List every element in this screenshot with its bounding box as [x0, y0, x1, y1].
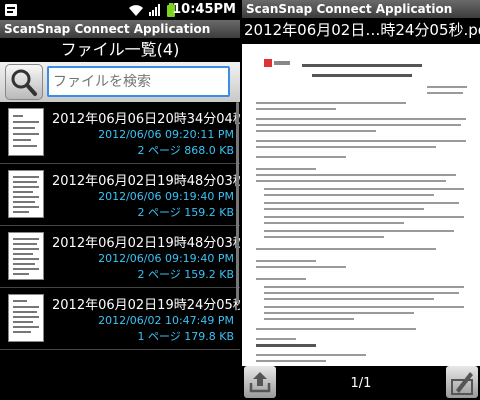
file-list-heading: ファイル一覧(4)	[0, 38, 240, 62]
edit-icon	[451, 372, 473, 395]
file-meta: 2 ページ 159.2 KB	[137, 268, 234, 281]
status-bar: 10:45PM	[0, 0, 240, 20]
viewer-toolbar: 1/1	[242, 366, 480, 400]
document-logo	[264, 59, 290, 67]
document-viewer-screen: ScanSnap Connect Application 2012年06月02日…	[242, 0, 480, 400]
file-date: 2012/06/06 09:20:11 PM	[98, 128, 234, 141]
file-thumbnail	[8, 108, 44, 156]
file-meta: 1 ページ 179.8 KB	[137, 330, 234, 343]
file-thumbnail	[8, 170, 44, 218]
wifi-icon	[129, 5, 143, 16]
file-date: 2012/06/02 10:47:49 PM	[98, 314, 234, 327]
app-title: ScanSnap Connect Application	[242, 0, 480, 18]
file-meta: 2 ページ 868.0 KB	[137, 144, 234, 157]
signal-icon	[149, 4, 160, 16]
file-date: 2012/06/06 09:19:40 PM	[98, 252, 234, 265]
status-time: 10:45PM	[172, 2, 236, 17]
file-item[interactable]: 2012年06月06日20時34分04秒.pdf 2012/06/06 09:2…	[0, 102, 240, 164]
file-item[interactable]: 2012年06月02日19時24分05秒.pdf 2012/06/02 10:4…	[0, 288, 240, 350]
search-bar	[0, 62, 240, 102]
file-item[interactable]: 2012年06月02日19時48分03秒.pdf 2012/06/06 09:1…	[0, 226, 240, 288]
file-item[interactable]: 2012年06月02日19時48分03秒_0... 2012/06/06 09:…	[0, 164, 240, 226]
edit-button[interactable]	[446, 366, 478, 398]
search-input[interactable]	[47, 66, 230, 97]
file-name: 2012年06月02日19時24分05秒.pdf	[52, 298, 240, 313]
page-indicator: 1/1	[350, 376, 372, 391]
document-page[interactable]	[242, 44, 480, 366]
app-title: ScanSnap Connect Application	[0, 20, 240, 38]
file-name: 2012年06月02日19時48分03秒_0...	[52, 174, 240, 189]
file-thumbnail	[8, 294, 44, 342]
file-meta: 2 ページ 159.2 KB	[137, 206, 234, 219]
file-list-screen: 10:45PM ScanSnap Connect Application ファイ…	[0, 0, 240, 400]
file-name: 2012年06月06日20時34分04秒.pdf	[52, 112, 240, 127]
file-date: 2012/06/06 09:19:40 PM	[98, 190, 234, 203]
file-name: 2012年06月02日19時48分03秒.pdf	[52, 236, 240, 251]
document-title: 2012年06月02日…時24分05秒.pdf	[242, 18, 480, 42]
search-button[interactable]	[5, 64, 43, 100]
file-list: 2012年06月06日20時34分04秒.pdf 2012/06/06 09:2…	[0, 102, 240, 350]
search-icon	[11, 69, 37, 96]
list-scrollbar[interactable]	[236, 102, 239, 302]
file-thumbnail	[8, 232, 44, 280]
android-icon	[5, 4, 17, 16]
